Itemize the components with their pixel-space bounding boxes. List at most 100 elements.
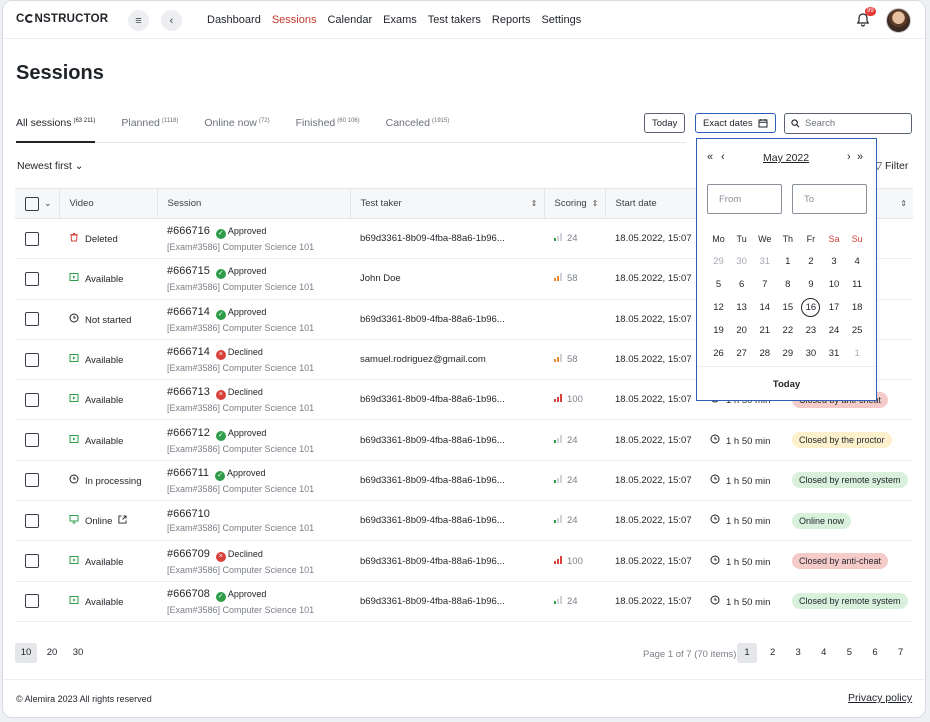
nav-item-test-takers[interactable]: Test takers <box>428 14 481 26</box>
calendar-day[interactable]: 1 <box>776 256 799 267</box>
session-cell[interactable]: #666709 × Declined [Exam#3586] Computer Sci… <box>157 540 350 582</box>
next-month-icon[interactable]: › <box>847 151 851 163</box>
page-size-option[interactable]: 30 <box>67 643 89 663</box>
calendar-day[interactable]: 2 <box>799 256 822 267</box>
page-button[interactable]: 1 <box>737 643 757 663</box>
calendar-day[interactable]: 15 <box>776 302 799 313</box>
calendar-day[interactable]: 27 <box>730 348 753 359</box>
column-test-taker[interactable]: Test taker ⇕ <box>349 188 544 219</box>
chevron-down-icon[interactable]: ⌄ <box>44 198 52 208</box>
calendar-day[interactable]: 8 <box>776 279 799 290</box>
session-cell[interactable]: #666714 × Declined [Exam#3586] Computer Sci… <box>157 339 350 381</box>
session-cell[interactable]: #666714 ✓ Approved [Exam#3586] Computer Sci… <box>157 299 350 340</box>
calendar-day[interactable]: 13 <box>730 302 753 313</box>
session-cell[interactable]: #666716 ✓ Approved [Exam#3586] Computer Sci… <box>157 218 350 260</box>
session-cell[interactable]: #666708 ✓ Approved [Exam#3586] Computer Sci… <box>157 581 350 622</box>
session-cell[interactable]: #666712 ✓ Approved [Exam#3586] Computer Sci… <box>157 419 350 461</box>
nav-item-calendar[interactable]: Calendar <box>327 14 372 26</box>
column-scoring[interactable]: Scoring ⇕ <box>543 188 605 219</box>
calendar-day[interactable]: 31 <box>753 256 776 267</box>
column-start-date[interactable]: Start date <box>604 188 700 219</box>
to-date-field[interactable]: To <box>792 184 867 214</box>
exact-dates-button[interactable]: Exact dates <box>695 113 776 133</box>
calendar-day[interactable]: 4 <box>846 256 869 267</box>
back-button[interactable]: ‹ <box>161 10 182 31</box>
calendar-day[interactable]: 22 <box>776 325 799 336</box>
tab-finished[interactable]: Finished (60 106) <box>296 117 360 142</box>
calendar-day[interactable]: 6 <box>730 279 753 290</box>
calendar-day[interactable]: 7 <box>753 279 776 290</box>
row-checkbox[interactable] <box>25 312 39 327</box>
row-checkbox[interactable] <box>25 231 39 246</box>
nav-item-reports[interactable]: Reports <box>492 14 531 26</box>
calendar-day[interactable]: 26 <box>707 348 730 359</box>
page-button[interactable]: 5 <box>839 643 859 663</box>
calendar-day[interactable]: 14 <box>753 302 776 313</box>
calendar-day[interactable]: 10 <box>822 279 845 290</box>
row-checkbox[interactable] <box>25 594 39 609</box>
calendar-day[interactable]: 12 <box>707 302 730 313</box>
sort-icon[interactable]: ⇕ <box>592 199 599 208</box>
row-checkbox[interactable] <box>25 392 39 407</box>
filter-button[interactable]: ▽ Filter <box>874 160 908 172</box>
from-date-field[interactable]: From <box>707 184 782 214</box>
external-link-icon[interactable] <box>118 515 128 527</box>
page-button[interactable]: 2 <box>763 643 783 663</box>
prev-month-icon[interactable]: ‹ <box>721 151 725 163</box>
calendar-day[interactable]: 18 <box>846 302 869 313</box>
row-checkbox[interactable] <box>25 473 39 488</box>
calendar-day[interactable]: 31 <box>822 348 845 359</box>
calendar-day[interactable]: 21 <box>753 325 776 336</box>
calendar-day[interactable]: 3 <box>822 256 845 267</box>
sort-icon[interactable]: ⇕ <box>531 199 538 208</box>
next-year-icon[interactable]: » <box>857 151 863 163</box>
page-size-option[interactable]: 10 <box>15 643 37 663</box>
calendar-day[interactable]: 19 <box>707 325 730 336</box>
sort-icon[interactable]: ⇕ <box>900 199 907 208</box>
table-row[interactable]: Online #666710 [Exam#3586] Computer Scienc… <box>15 500 913 542</box>
menu-button[interactable]: ≡ <box>128 10 149 31</box>
calendar-day[interactable]: 11 <box>846 279 869 290</box>
row-checkbox[interactable] <box>25 433 39 448</box>
row-checkbox[interactable] <box>25 554 39 569</box>
tab-planned[interactable]: Planned (1118) <box>121 117 178 142</box>
nav-item-sessions[interactable]: Sessions <box>272 14 317 26</box>
table-row[interactable]: In processing #666711 ✓ Approved [Exam#3586]… <box>15 460 913 502</box>
calendar-day[interactable]: 24 <box>822 325 845 336</box>
session-cell[interactable]: #666710 [Exam#3586] Computer Science 101 <box>157 500 350 542</box>
nav-item-exams[interactable]: Exams <box>383 14 417 26</box>
row-checkbox[interactable] <box>25 352 39 367</box>
search-input[interactable]: Search <box>784 113 912 134</box>
page-button[interactable]: 7 <box>891 643 911 663</box>
tab-canceled[interactable]: Canceled (1915) <box>386 117 450 142</box>
calendar-day[interactable]: 5 <box>707 279 730 290</box>
page-button[interactable]: 4 <box>814 643 834 663</box>
table-row[interactable]: Available #666709 × Declined [Exam#3586] Com… <box>15 540 913 582</box>
table-row[interactable]: Available #666708 ✓ Approved [Exam#3586] Com… <box>15 581 913 622</box>
session-cell[interactable]: #666715 ✓ Approved [Exam#3586] Computer Sci… <box>157 258 350 300</box>
calendar-day[interactable]: 30 <box>730 256 753 267</box>
nav-item-settings[interactable]: Settings <box>541 14 581 26</box>
calendar-day[interactable]: 30 <box>799 348 822 359</box>
calendar-day[interactable]: 29 <box>707 256 730 267</box>
session-cell[interactable]: #666713 × Declined [Exam#3586] Computer Sci… <box>157 379 350 421</box>
calendar-day[interactable]: 1 <box>846 348 869 359</box>
calendar-day[interactable]: 29 <box>776 348 799 359</box>
page-button[interactable]: 3 <box>788 643 808 663</box>
page-button[interactable]: 6 <box>865 643 885 663</box>
prev-year-icon[interactable]: « <box>707 151 713 163</box>
tab-all-sessions[interactable]: All sessions (63 211) <box>16 117 96 143</box>
calendar-day[interactable]: 20 <box>730 325 753 336</box>
select-all-header[interactable]: ⌄ <box>15 188 59 219</box>
row-checkbox[interactable] <box>25 271 39 286</box>
table-row[interactable]: Available #666712 ✓ Approved [Exam#3586] Com… <box>15 419 913 461</box>
calendar-day[interactable]: 23 <box>799 325 822 336</box>
select-all-checkbox[interactable] <box>25 196 39 211</box>
calendar-day[interactable]: 28 <box>753 348 776 359</box>
calendar-day[interactable]: 25 <box>846 325 869 336</box>
calendar-month[interactable]: May 2022 <box>763 152 809 164</box>
privacy-policy-link[interactable]: Privacy policy <box>848 692 912 704</box>
nav-item-dashboard[interactable]: Dashboard <box>207 14 261 26</box>
row-checkbox[interactable] <box>25 513 39 528</box>
logo[interactable]: C NSTRUCTOR <box>16 13 108 25</box>
